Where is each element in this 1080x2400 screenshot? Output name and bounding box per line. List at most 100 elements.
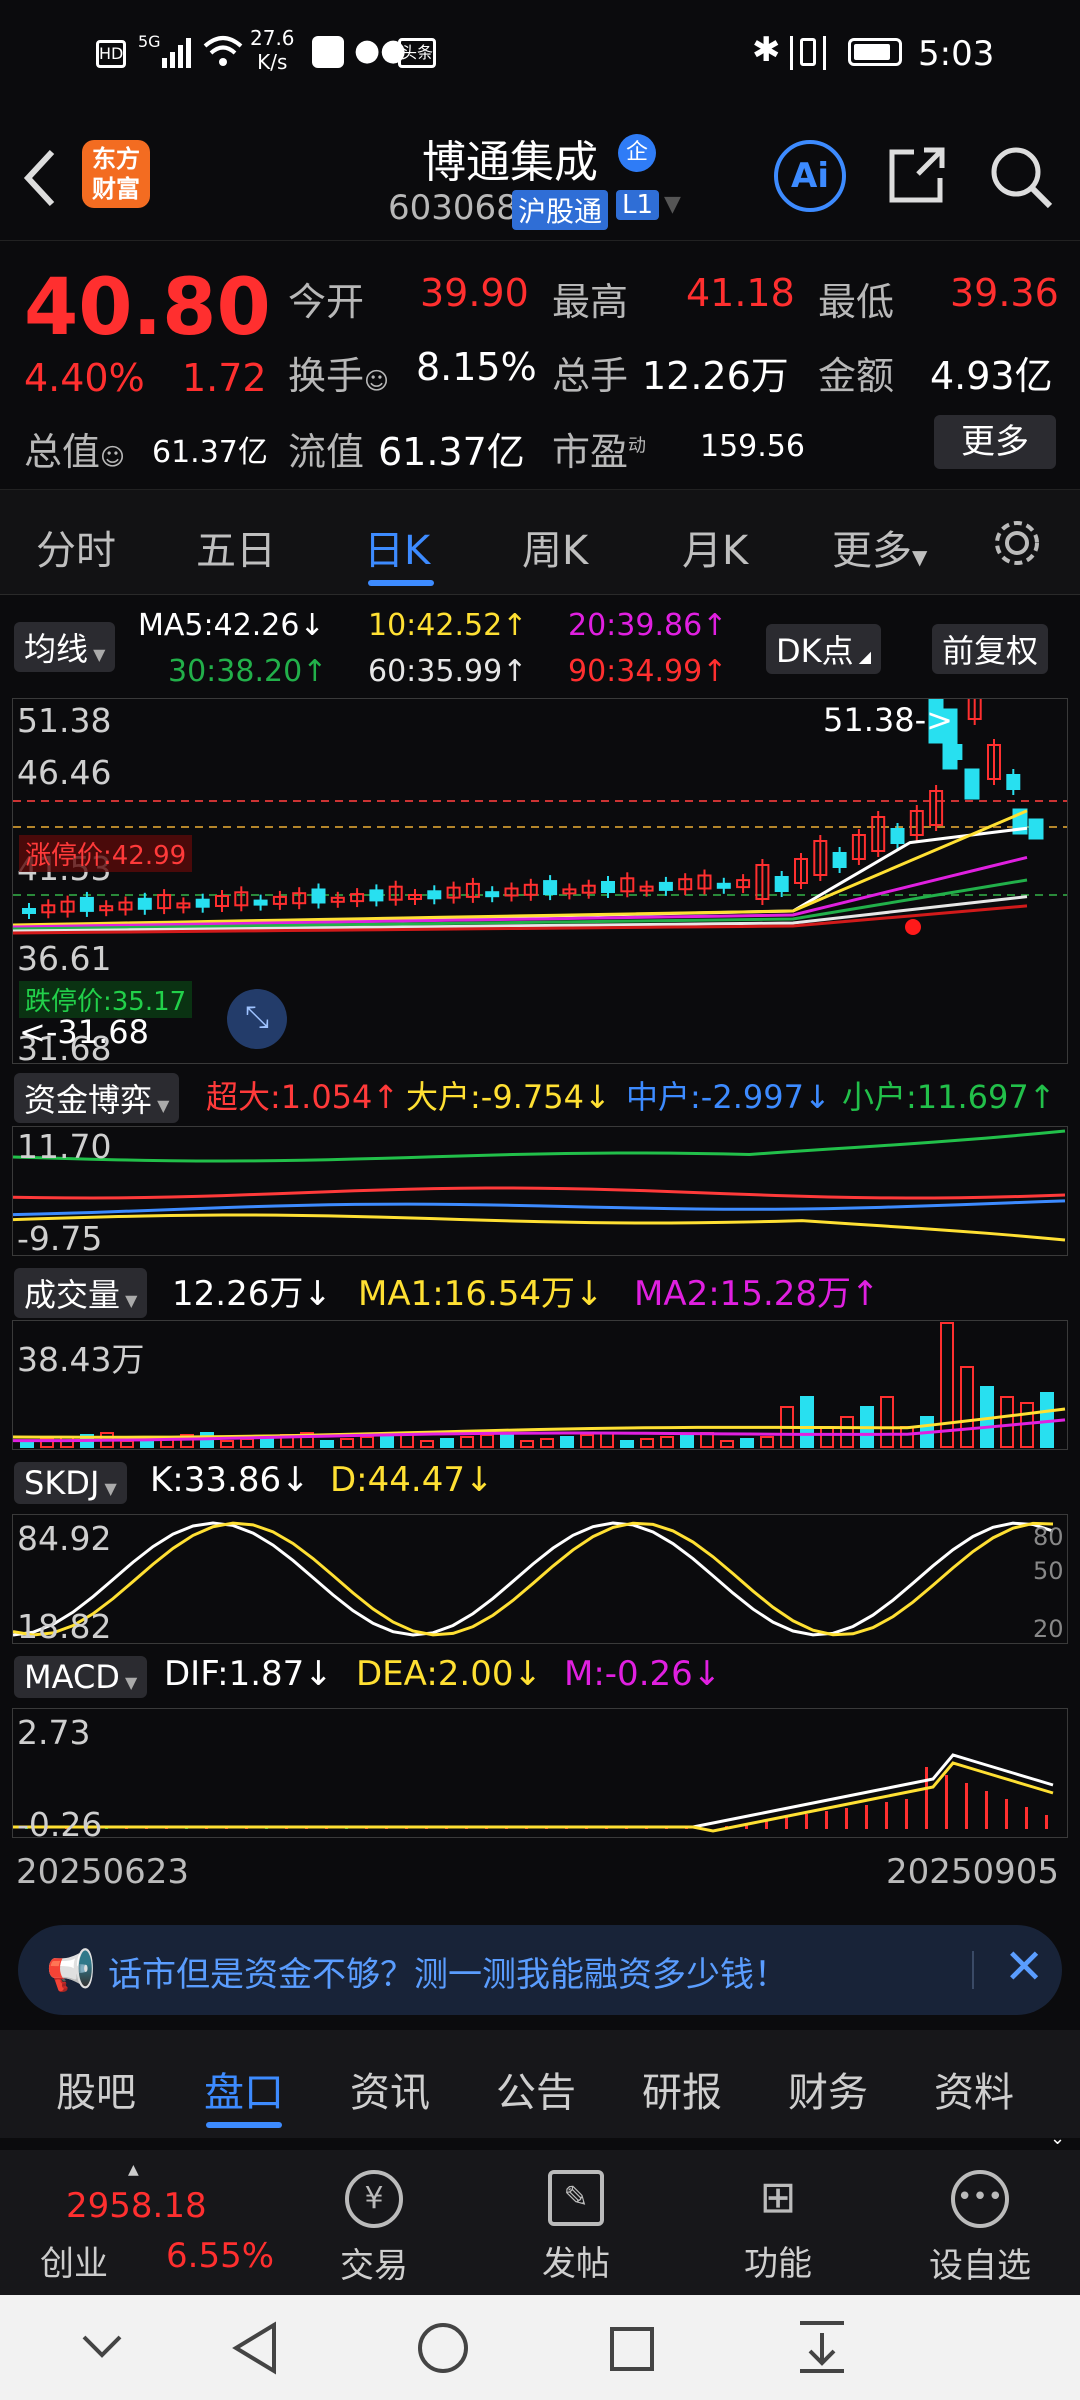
level-badge[interactable]: L1 (616, 190, 660, 220)
macd-bar (1025, 1807, 1028, 1829)
ma90-legend: 90:34.99↑ (568, 654, 728, 689)
macd-dif: DIF:1.87↓ (164, 1654, 333, 1694)
volume-bar (320, 1440, 334, 1448)
tab-minute[interactable]: 分时 (36, 518, 116, 576)
skdj-selector[interactable]: SKDJ ▼ (14, 1462, 127, 1504)
more-button[interactable]: 更多 (934, 415, 1056, 469)
tab-research[interactable]: 研报 (642, 2060, 722, 2118)
high-label: 最高 (552, 280, 629, 324)
tab-market-depth[interactable]: 盘口 (204, 2060, 284, 2118)
tab-monthly-k[interactable]: 月K (682, 518, 748, 576)
fund-chart[interactable]: 11.70 -9.75 (12, 1126, 1068, 1258)
chevron-down-icon[interactable]: ▼ (664, 192, 681, 217)
candle-body (253, 899, 268, 906)
skdj-chart[interactable]: 84.92 18.82 80 50 20 (12, 1514, 1068, 1646)
info-icon: ☺ (364, 367, 390, 395)
market-cap-value: 61.37亿 (152, 435, 268, 470)
tab-weekly-k[interactable]: 周K (522, 518, 588, 576)
tab-announcements[interactable]: 公告 (496, 2060, 576, 2118)
skdj-ref-80: 80 (1033, 1523, 1064, 1551)
share-icon[interactable] (884, 142, 950, 208)
fund-small: 小户:11.697↑ (842, 1078, 1056, 1116)
macd-bar (865, 1805, 868, 1829)
fund-selector[interactable]: 资金博弈 ▼ (14, 1073, 180, 1123)
enterprise-badge: 企 (618, 134, 656, 172)
ma-selector[interactable]: 均线 ▼ (14, 622, 116, 672)
skdj-y-min: 18.82 (17, 1607, 112, 1646)
signal-icon: 5G (138, 32, 161, 51)
function-button[interactable]: ⊞ 功能 (718, 2170, 838, 2285)
date-end: 20250905 (886, 1852, 1060, 1892)
megaphone-icon: 📢 (46, 1948, 96, 1994)
back-nav-icon[interactable] (230, 2321, 280, 2375)
net-speed: 27.6 K/s (250, 26, 295, 74)
macd-bar (805, 1814, 808, 1829)
macd-bar (1005, 1799, 1008, 1829)
skdj-k-line (13, 1521, 1054, 1637)
add-watchlist-button[interactable]: ••• 设自选 (920, 2170, 1040, 2287)
index-name[interactable]: 创业 (40, 2236, 108, 2285)
collapse-icon[interactable]: ⤡ (227, 989, 287, 1049)
yen-icon: ¥ (345, 2170, 403, 2228)
collapse-nav-icon[interactable] (80, 2331, 124, 2361)
tab-news[interactable]: 资讯 (350, 2060, 430, 2118)
stock-name: 博通集成 (422, 137, 598, 188)
trade-button[interactable]: ¥ 交易 (314, 2170, 434, 2287)
download-nav-icon[interactable] (796, 2319, 848, 2375)
recent-nav-icon[interactable] (608, 2325, 656, 2373)
volume-bar (840, 1416, 854, 1448)
volume-bar (420, 1440, 434, 1448)
volume-bar (760, 1436, 774, 1448)
volume-y-max: 38.43万 (17, 1340, 145, 1379)
change-amount: 1.72 (182, 356, 267, 400)
max-price-tag: 51.38-> (823, 701, 953, 739)
quote-panel: 40.80 4.40% 1.72 今开 39.90 最高 41.18 最低 39… (0, 240, 1080, 490)
macd-bar (1045, 1815, 1048, 1829)
index-value[interactable]: 2958.18 (66, 2186, 207, 2226)
post-button[interactable]: ✎ 发帖 (516, 2170, 636, 2285)
brand-logo[interactable]: 东方 财富 (82, 140, 150, 208)
grid-icon: ⊞ (759, 2172, 797, 2223)
volume-label: 总手 (552, 354, 629, 398)
home-nav-icon[interactable] (416, 2321, 470, 2375)
search-icon[interactable] (988, 144, 1054, 210)
ma20-legend: 20:39.86↑ (568, 608, 728, 643)
back-icon[interactable] (20, 148, 60, 208)
macd-dea-line (13, 1761, 1054, 1833)
volume-bar (640, 1438, 654, 1448)
open-label: 今开 (288, 280, 365, 324)
kline-chart[interactable]: 51.38 46.46 41.53 36.61 31.68 涨停价:42.99 … (12, 698, 1068, 1068)
signal-dot (905, 919, 921, 935)
market-badge[interactable]: 沪股通 (512, 190, 609, 230)
volume-value: 12.26万 (642, 354, 789, 398)
macd-chart[interactable]: 2.73 -0.26 (12, 1708, 1068, 1844)
ai-icon[interactable]: Ai (774, 140, 846, 212)
volume-chart[interactable]: 38.43万 (12, 1320, 1068, 1450)
volume-bar (960, 1366, 974, 1448)
tab-five-day[interactable]: 五日 (196, 518, 276, 576)
period-tabs: 分时 五日 日K 周K 月K 更多▼ (0, 490, 1080, 595)
tab-more[interactable]: 更多▼ (832, 518, 927, 576)
tab-finance[interactable]: 财务 (788, 2060, 868, 2118)
tab-daily-k[interactable]: 日K (364, 518, 430, 576)
dk-point-button[interactable]: DK点 ◢ (766, 624, 882, 674)
status-time: 5:03 (918, 34, 995, 74)
tab-profile[interactable]: 资料 (934, 2060, 1014, 2118)
skdj-d: D:44.47↓ (330, 1460, 494, 1500)
close-icon[interactable]: ✕ (1004, 1939, 1044, 1995)
candle-body (22, 908, 36, 914)
index-pct[interactable]: 6.55% (166, 2236, 274, 2276)
promo-banner[interactable]: 📢 话市但是资金不够？测一测我能融资多少钱！ ✕ (18, 1925, 1062, 2015)
volume-bar (500, 1432, 514, 1448)
gear-icon[interactable] (990, 516, 1044, 570)
fund-large-line (13, 1213, 1066, 1242)
promo-text: 话市但是资金不够？测一测我能融资多少钱！ (108, 1955, 788, 1995)
macd-y-max: 2.73 (17, 1713, 91, 1752)
volume-bar (660, 1436, 674, 1448)
volume-selector[interactable]: 成交量 ▼ (14, 1268, 148, 1318)
macd-selector[interactable]: MACD ▼ (14, 1656, 148, 1698)
tab-forum[interactable]: 股吧 (56, 2060, 136, 2118)
adjust-button[interactable]: 前复权 (932, 624, 1049, 674)
candle-body (1006, 774, 1021, 790)
expand-icon[interactable]: ⌄ (1050, 2128, 1065, 2149)
